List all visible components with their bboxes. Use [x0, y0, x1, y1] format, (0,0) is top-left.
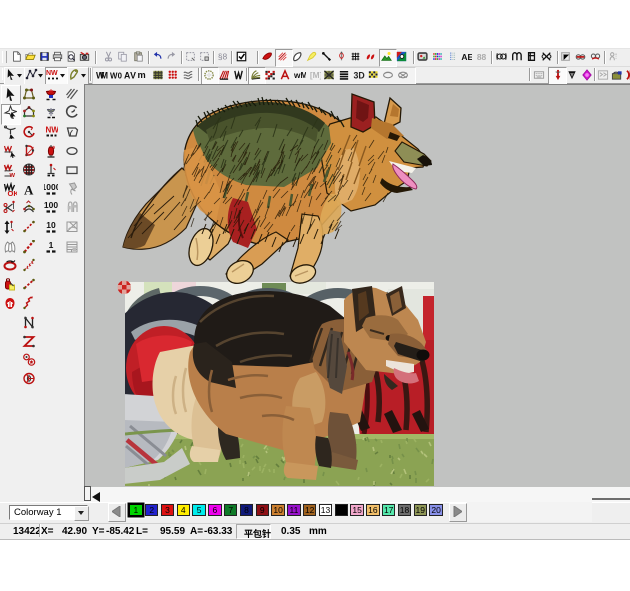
svg-text:[M]: [M]	[310, 70, 321, 80]
svg-text:m: m	[137, 70, 145, 80]
svg-text:wM: wM	[294, 70, 306, 80]
svg-text:10: 10	[46, 220, 56, 230]
svg-text:OK: OK	[8, 189, 18, 196]
svg-text:1: 1	[49, 240, 54, 250]
svg-text:A: A	[24, 183, 34, 197]
svg-text:AE: AE	[461, 52, 472, 62]
svg-text:NW: NW	[46, 126, 59, 135]
svg-text:W0: W0	[110, 72, 122, 81]
svg-text:WM: WM	[96, 71, 108, 81]
svg-text:3D: 3D	[353, 71, 364, 81]
svg-text:100: 100	[44, 200, 58, 210]
svg-text:§8: §8	[218, 51, 228, 61]
svg-text:AV: AV	[124, 71, 136, 81]
svg-text:NW: NW	[46, 70, 58, 77]
svg-text:88: 88	[477, 52, 487, 62]
svg-text:1000: 1000	[44, 182, 58, 192]
